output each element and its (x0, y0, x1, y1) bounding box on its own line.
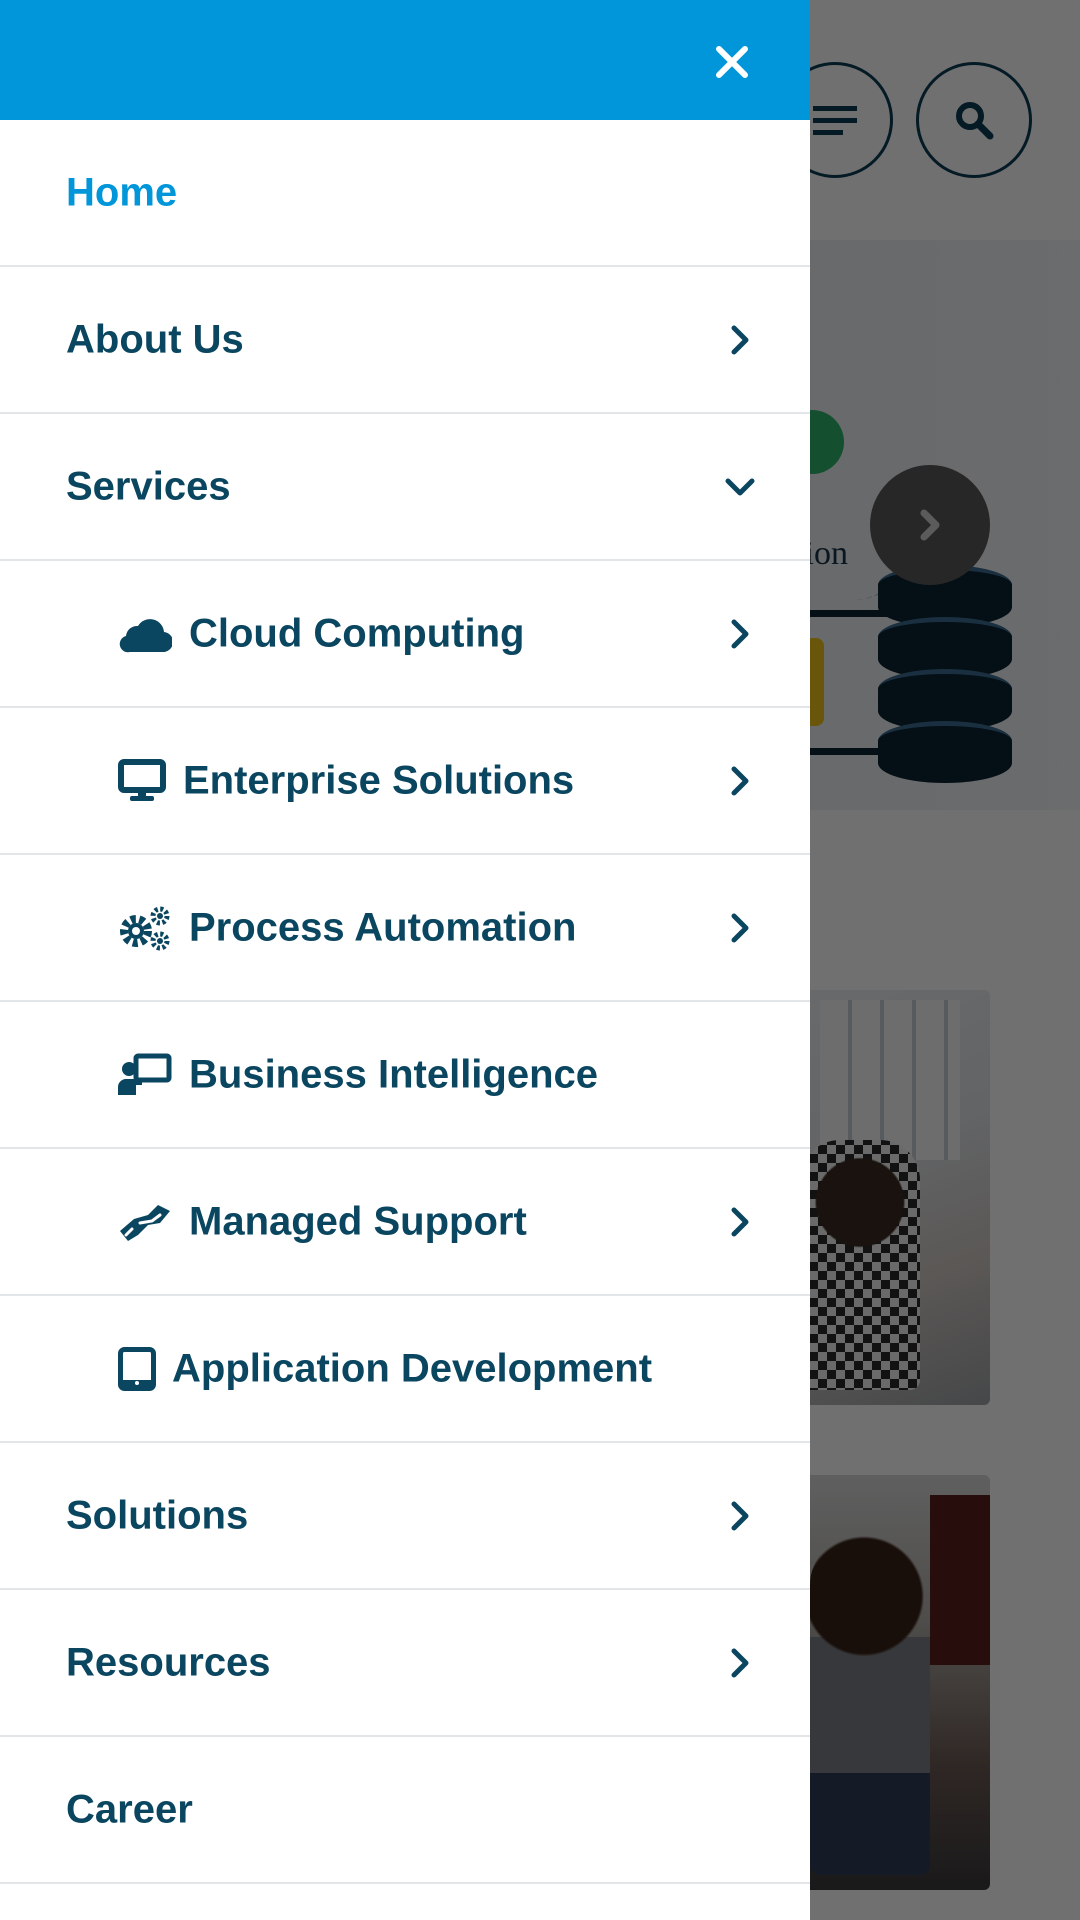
menu-item-label: Cloud Computing (189, 611, 525, 655)
menu-item-label: Home (66, 170, 178, 214)
submenu-item-business-intelligence[interactable]: Business Intelligence (0, 1002, 810, 1149)
menu-item-about-us[interactable]: About Us (0, 267, 810, 414)
menu-item-label: Managed Support (189, 1199, 527, 1243)
chevron-right-icon[interactable] (720, 761, 760, 801)
menu-item-resources[interactable]: Resources (0, 1590, 810, 1737)
tablet-icon (118, 1345, 156, 1393)
chalkboard-teacher-icon (118, 1051, 172, 1099)
submenu-item-application-development[interactable]: Application Development (0, 1296, 810, 1443)
menu-item-label: Services (66, 464, 231, 508)
menu-item-home[interactable]: Home (0, 120, 810, 267)
menu-item-solutions[interactable]: Solutions (0, 1443, 810, 1590)
menu-item-label: Career (66, 1787, 193, 1831)
submenu-item-process-automation[interactable]: Process Automation (0, 855, 810, 1002)
chevron-right-icon[interactable] (720, 908, 760, 948)
handshake-icon (118, 1198, 172, 1246)
chevron-right-icon[interactable] (720, 1202, 760, 1242)
cloud-icon (118, 610, 172, 658)
drawer-header (0, 0, 810, 120)
menu-item-label: Enterprise Solutions (183, 758, 575, 802)
menu-item-career[interactable]: Career (0, 1737, 810, 1884)
submenu-item-managed-support[interactable]: Managed Support (0, 1149, 810, 1296)
menu-item-label: Process Automation (189, 905, 577, 949)
submenu-item-enterprise-solutions[interactable]: Enterprise Solutions (0, 708, 810, 855)
cogs-icon (118, 904, 172, 952)
menu-item-label: Business Intelligence (189, 1052, 599, 1096)
chevron-down-icon[interactable] (720, 467, 760, 507)
navigation-drawer: Home About Us Services Cloud Computing E… (0, 0, 810, 1920)
chevron-right-icon[interactable] (720, 1643, 760, 1683)
menu-item-label: Application Development (172, 1346, 653, 1390)
chevron-right-icon[interactable] (720, 1496, 760, 1536)
desktop-icon (118, 757, 166, 805)
close-icon (716, 46, 748, 78)
chevron-right-icon[interactable] (720, 614, 760, 654)
submenu-item-cloud-computing[interactable]: Cloud Computing (0, 561, 810, 708)
menu-item-label: Solutions (66, 1493, 249, 1537)
menu-item-label: About Us (66, 317, 244, 361)
close-button[interactable] (700, 30, 764, 94)
menu-item-label: Resources (66, 1640, 271, 1684)
chevron-right-icon[interactable] (720, 320, 760, 360)
menu-item-services[interactable]: Services (0, 414, 810, 561)
